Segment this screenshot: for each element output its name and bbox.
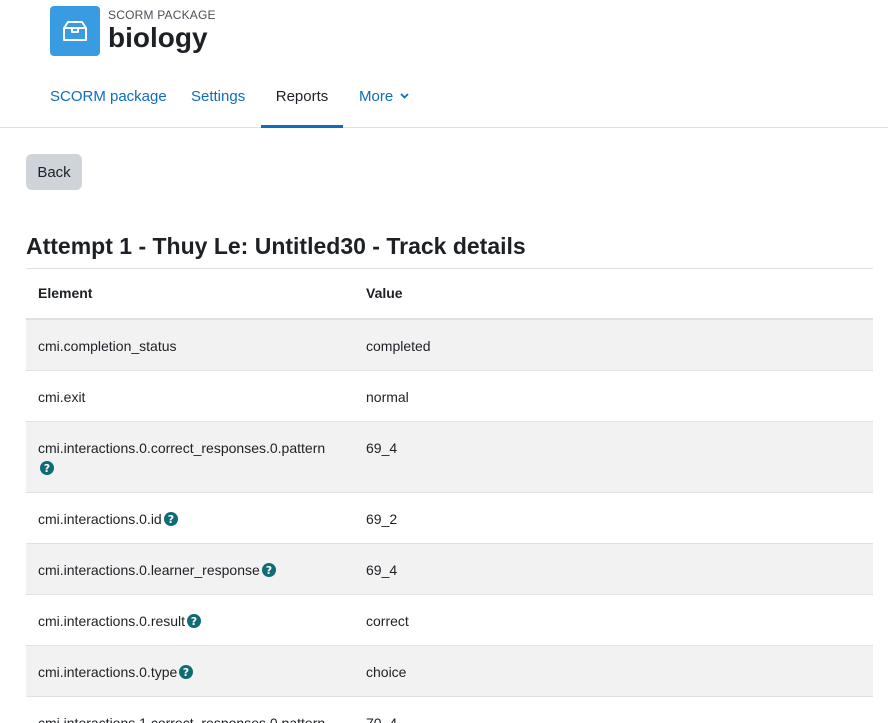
tab-label: More (359, 88, 394, 105)
value-cell: 69_4 (354, 420, 873, 492)
back-button[interactable]: Back (26, 154, 82, 190)
element-cell: cmi.interactions.1.correct_responses.0.p… (26, 695, 354, 723)
svg-text:?: ? (44, 462, 50, 475)
secondary-navigation: SCORM package Settings Reports More (0, 78, 888, 128)
element-name: cmi.interactions.0.correct_responses.0.p… (38, 439, 326, 456)
help-question-icon[interactable]: ? (163, 511, 178, 526)
column-header-value: Value (354, 268, 873, 320)
element-name: cmi.exit (38, 388, 86, 405)
element-cell: cmi.interactions.0.type? (26, 644, 354, 696)
element-cell: cmi.interactions.0.learner_response? (26, 542, 354, 594)
table-row: cmi.interactions.0.id? 69_2 (26, 491, 873, 543)
element-name: cmi.interactions.1.correct_responses.0.p… (38, 714, 326, 723)
page: SCORM PACKAGE biology SCORM package Sett… (0, 0, 888, 723)
activity-header: SCORM PACKAGE biology (50, 6, 216, 56)
table-row: cmi.exit normal (26, 369, 873, 421)
tab-settings[interactable]: Settings (191, 78, 245, 128)
value-cell: completed (354, 318, 873, 370)
activity-kind-label: SCORM PACKAGE (108, 8, 216, 22)
value-cell: correct (354, 593, 873, 645)
table-row: cmi.interactions.0.type? choice (26, 644, 873, 696)
track-details-table: Element Value cmi.completion_status comp… (26, 268, 873, 723)
tab-scorm-package[interactable]: SCORM package (50, 78, 167, 128)
element-cell: cmi.interactions.0.result? (26, 593, 354, 645)
help-question-icon[interactable]: ? (40, 460, 54, 475)
element-name: cmi.interactions.0.type (38, 663, 178, 680)
active-tab-indicator (261, 125, 343, 128)
value-cell: 69_4 (354, 542, 873, 594)
svg-text:?: ? (168, 513, 174, 526)
help-question-icon[interactable]: ? (261, 562, 276, 577)
element-name: cmi.interactions.0.learner_response (38, 561, 260, 578)
value-cell: choice (354, 644, 873, 696)
package-box-icon (50, 6, 100, 56)
svg-text:?: ? (183, 666, 189, 679)
table-row: cmi.completion_status completed (26, 318, 873, 370)
table-row: cmi.interactions.0.result? correct (26, 593, 873, 645)
tab-label: SCORM package (50, 88, 167, 105)
table-header-row: Element Value (26, 268, 873, 320)
table-row: cmi.interactions.0.learner_response? 69_… (26, 542, 873, 594)
tab-label: Settings (191, 88, 246, 105)
value-cell: normal (354, 369, 873, 421)
svg-text:?: ? (191, 615, 197, 628)
chevron-down-icon (400, 93, 409, 99)
value-cell: 69_2 (354, 491, 873, 543)
svg-text:?: ? (266, 564, 272, 577)
help-question-icon[interactable]: ? (179, 664, 194, 679)
help-question-icon[interactable]: ? (187, 613, 202, 628)
tab-reports[interactable]: Reports (261, 78, 343, 128)
element-name: cmi.interactions.0.result (38, 612, 186, 629)
column-header-element: Element (26, 268, 354, 320)
tab-more[interactable]: More (359, 78, 409, 128)
table-row: cmi.interactions.1.correct_responses.0.p… (26, 695, 873, 723)
element-cell: cmi.exit (26, 369, 354, 421)
value-cell: 70_4 (354, 695, 873, 723)
element-cell: cmi.completion_status (26, 318, 354, 370)
element-name: cmi.completion_status (38, 337, 177, 354)
element-cell: cmi.interactions.0.id? (26, 491, 354, 543)
element-name: cmi.interactions.0.id (38, 510, 162, 527)
element-cell: cmi.interactions.0.correct_responses.0.p… (26, 420, 354, 492)
tab-label: Reports (275, 88, 329, 105)
page-title: biology (108, 22, 208, 53)
track-details-heading: Attempt 1 - Thuy Le: Untitled30 - Track … (26, 233, 526, 259)
table-row: cmi.interactions.0.correct_responses.0.p… (26, 420, 873, 492)
